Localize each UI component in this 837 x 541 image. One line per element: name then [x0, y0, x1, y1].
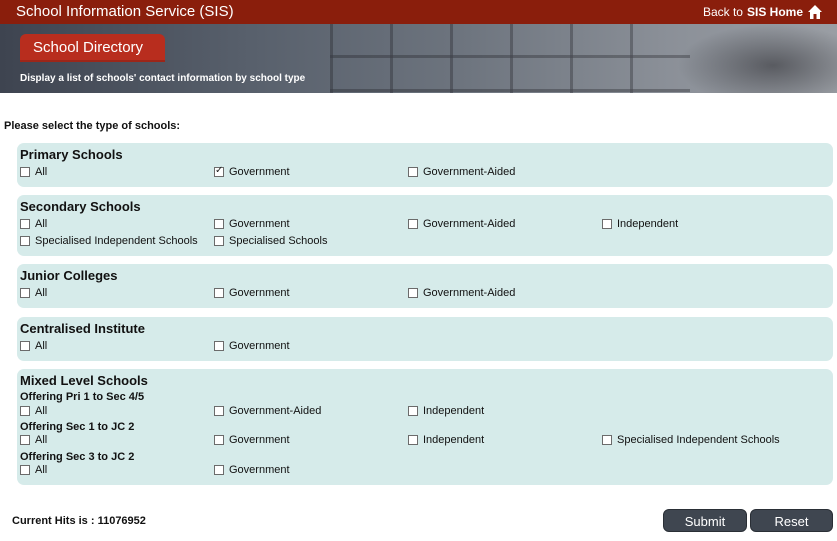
hit-counter: Current Hits is : 11076952 — [12, 515, 146, 527]
option-label: All — [35, 464, 48, 476]
mixed-sec1-jc2-government-checkbox[interactable]: Government — [214, 434, 290, 446]
option-label: All — [35, 340, 48, 352]
checkbox-box[interactable] — [20, 236, 30, 246]
jc-government-checkbox[interactable]: Government — [214, 287, 290, 299]
mixed-pri1-sec45-all-checkbox[interactable]: All — [20, 405, 47, 417]
checkbox-box[interactable] — [214, 435, 224, 445]
option-label: Government — [229, 340, 290, 352]
secondary-independent-checkbox[interactable]: Independent — [602, 218, 678, 230]
checkbox-box[interactable] — [408, 435, 418, 445]
group-title: Mixed Level Schools — [20, 373, 148, 388]
option-label: All — [35, 287, 48, 299]
checkbox-box[interactable] — [214, 236, 224, 246]
group-title: Secondary Schools — [20, 199, 141, 214]
option-label: Government-Aided — [229, 405, 322, 417]
checkbox-box[interactable] — [602, 219, 612, 229]
centralised-institute-group: Centralised Institute All Government — [17, 317, 833, 361]
option-label: Government — [229, 287, 290, 299]
secondary-specialised-schools-checkbox[interactable]: Specialised Schools — [214, 235, 327, 247]
secondary-government-aided-checkbox[interactable]: Government-Aided — [408, 218, 515, 230]
checkbox-box[interactable] — [602, 435, 612, 445]
option-label: Government-Aided — [423, 218, 516, 230]
option-label: Government — [229, 218, 290, 230]
checkbox-box[interactable] — [408, 406, 418, 416]
group-title: Junior Colleges — [20, 268, 118, 283]
option-label: Specialised Independent Schools — [35, 235, 198, 247]
checkbox-box[interactable] — [214, 465, 224, 475]
back-prefix: Back to — [702, 5, 743, 19]
option-label: All — [35, 434, 48, 446]
option-label: Government — [229, 464, 290, 476]
checkbox-box[interactable] — [408, 219, 418, 229]
jc-government-aided-checkbox[interactable]: Government-Aided — [408, 287, 515, 299]
option-label: Government — [229, 166, 290, 178]
selection-prompt: Please select the type of schools: — [4, 120, 181, 132]
submit-button[interactable]: Submit — [663, 509, 747, 532]
primary-government-checkbox[interactable]: Government — [214, 165, 290, 178]
junior-colleges-group: Junior Colleges All Government Governmen… — [17, 264, 833, 308]
mixed-sec3-jc2-all-checkbox[interactable]: All — [20, 464, 47, 476]
checkbox-box-checked[interactable] — [214, 165, 224, 177]
secondary-government-checkbox[interactable]: Government — [214, 218, 290, 230]
checkbox-box[interactable] — [20, 341, 30, 351]
banner-background-image — [330, 24, 690, 93]
checkbox-box[interactable] — [214, 288, 224, 298]
page-description: Display a list of schools' contact infor… — [20, 73, 306, 84]
banner-photo-shade — [677, 24, 837, 93]
subgroup-title: Offering Sec 3 to JC 2 — [20, 451, 135, 463]
mixed-sec3-jc2-government-checkbox[interactable]: Government — [214, 464, 290, 476]
mixed-sec1-jc2-all-checkbox[interactable]: All — [20, 434, 47, 446]
primary-schools-group: Primary Schools All Government Governmen… — [17, 143, 833, 187]
option-label: All — [35, 166, 48, 178]
subgroup-title: Offering Pri 1 to Sec 4/5 — [20, 391, 145, 403]
back-to-home-link[interactable]: Back to SIS Home — [703, 4, 823, 20]
home-link-label: SIS Home — [746, 5, 803, 19]
secondary-all-checkbox[interactable]: All — [20, 218, 47, 230]
option-label: Government-Aided — [423, 287, 516, 299]
group-title: Primary Schools — [20, 147, 123, 162]
page-title-tab: School Directory — [20, 34, 165, 62]
subgroup-title: Offering Sec 1 to JC 2 — [20, 421, 135, 433]
option-label: Specialised Independent Schools — [617, 434, 780, 446]
option-label: Independent — [617, 218, 679, 230]
checkbox-box[interactable] — [20, 435, 30, 445]
secondary-schools-group: Secondary Schools All Government Governm… — [17, 195, 833, 256]
jc-all-checkbox[interactable]: All — [20, 287, 47, 299]
checkbox-box[interactable] — [20, 167, 30, 177]
ci-government-checkbox[interactable]: Government — [214, 340, 290, 352]
checkbox-box[interactable] — [408, 167, 418, 177]
mixed-pri1-sec45-government-aided-checkbox[interactable]: Government-Aided — [214, 405, 321, 417]
checkbox-box[interactable] — [20, 406, 30, 416]
option-label: Independent — [423, 434, 485, 446]
group-title: Centralised Institute — [20, 321, 145, 336]
primary-all-checkbox[interactable]: All — [20, 166, 47, 178]
option-label: Government — [229, 434, 290, 446]
home-icon[interactable] — [807, 4, 823, 20]
checkbox-box[interactable] — [408, 288, 418, 298]
checkbox-box[interactable] — [20, 288, 30, 298]
option-label: All — [35, 218, 48, 230]
mixed-sec1-jc2-independent-checkbox[interactable]: Independent — [408, 434, 484, 446]
banner: School Directory Display a list of schoo… — [0, 24, 837, 93]
mixed-pri1-sec45-independent-checkbox[interactable]: Independent — [408, 405, 484, 417]
checkbox-box[interactable] — [214, 341, 224, 351]
mixed-sec1-jc2-specialised-independent-checkbox[interactable]: Specialised Independent Schools — [602, 434, 780, 446]
ci-all-checkbox[interactable]: All — [20, 340, 47, 352]
top-bar: School Information Service (SIS) Back to… — [0, 0, 837, 24]
checkbox-box[interactable] — [214, 219, 224, 229]
option-label: Government-Aided — [423, 166, 516, 178]
option-label: All — [35, 405, 48, 417]
secondary-specialised-independent-checkbox[interactable]: Specialised Independent Schools — [20, 235, 198, 247]
checkbox-box[interactable] — [20, 219, 30, 229]
checkbox-box[interactable] — [214, 406, 224, 416]
primary-government-aided-checkbox[interactable]: Government-Aided — [408, 166, 515, 178]
site-title: School Information Service (SIS) — [16, 3, 234, 20]
option-label: Specialised Schools — [229, 235, 328, 247]
mixed-level-schools-group: Mixed Level Schools Offering Pri 1 to Se… — [17, 369, 833, 485]
checkbox-box[interactable] — [20, 465, 30, 475]
option-label: Independent — [423, 405, 485, 417]
reset-button[interactable]: Reset — [750, 509, 833, 532]
